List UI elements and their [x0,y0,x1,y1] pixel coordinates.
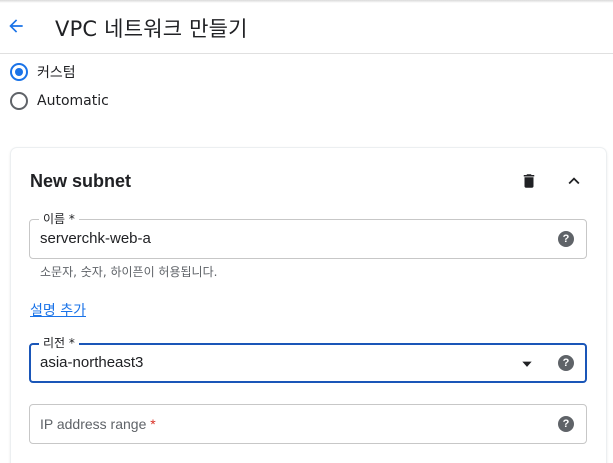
add-description-link[interactable]: 설명 추가 [30,300,86,320]
radio-button-custom[interactable] [10,63,28,81]
ip-range-required-mark: * [150,416,156,432]
card-title: New subnet [30,171,132,191]
radio-label-automatic: Automatic [37,93,109,109]
help-icon[interactable]: ? [558,355,574,371]
delete-subnet-button[interactable] [518,170,540,192]
help-icon[interactable]: ? [558,231,574,247]
radio-option-custom[interactable]: 커스텀 [10,62,76,82]
ip-range-placeholder-text: IP address range [40,416,147,432]
region-select-value[interactable]: asia-northeast3 [40,354,143,371]
radio-option-automatic[interactable]: Automatic [10,91,109,111]
name-label-text: 이름 [43,212,66,226]
name-required-mark: * [68,212,75,226]
name-field-label: 이름 * [39,211,79,227]
ip-address-range-field[interactable]: IP address range * ? [29,404,587,444]
radio-selected-dot [15,68,23,76]
dropdown-arrow-icon[interactable] [520,357,534,371]
radio-label-custom: 커스텀 [37,65,76,81]
chevron-up-icon [568,177,580,185]
arrow-back-icon [9,19,23,33]
trash-icon [523,174,535,188]
region-field-label: 리전 * [39,335,79,351]
help-icon[interactable]: ? [558,416,574,432]
name-field-value[interactable]: serverchk-web-a [40,230,151,247]
region-label-text: 리전 [43,336,66,350]
radio-button-automatic[interactable] [10,92,28,110]
page-title: VPC 네트워크 만들기 [55,17,248,41]
back-button[interactable] [2,10,30,42]
name-field-hint: 소문자, 숫자, 하이픈이 허용됩니다. [40,265,218,279]
region-select[interactable]: 리전 * asia-northeast3 ? [29,335,587,383]
page-header: VPC 네트워크 만들기 [0,0,613,54]
subnet-name-field[interactable]: 이름 * serverchk-web-a ? [29,211,587,259]
region-required-mark: * [68,336,75,350]
collapse-subnet-button[interactable] [561,169,587,193]
ip-range-placeholder: IP address range * [40,416,156,432]
